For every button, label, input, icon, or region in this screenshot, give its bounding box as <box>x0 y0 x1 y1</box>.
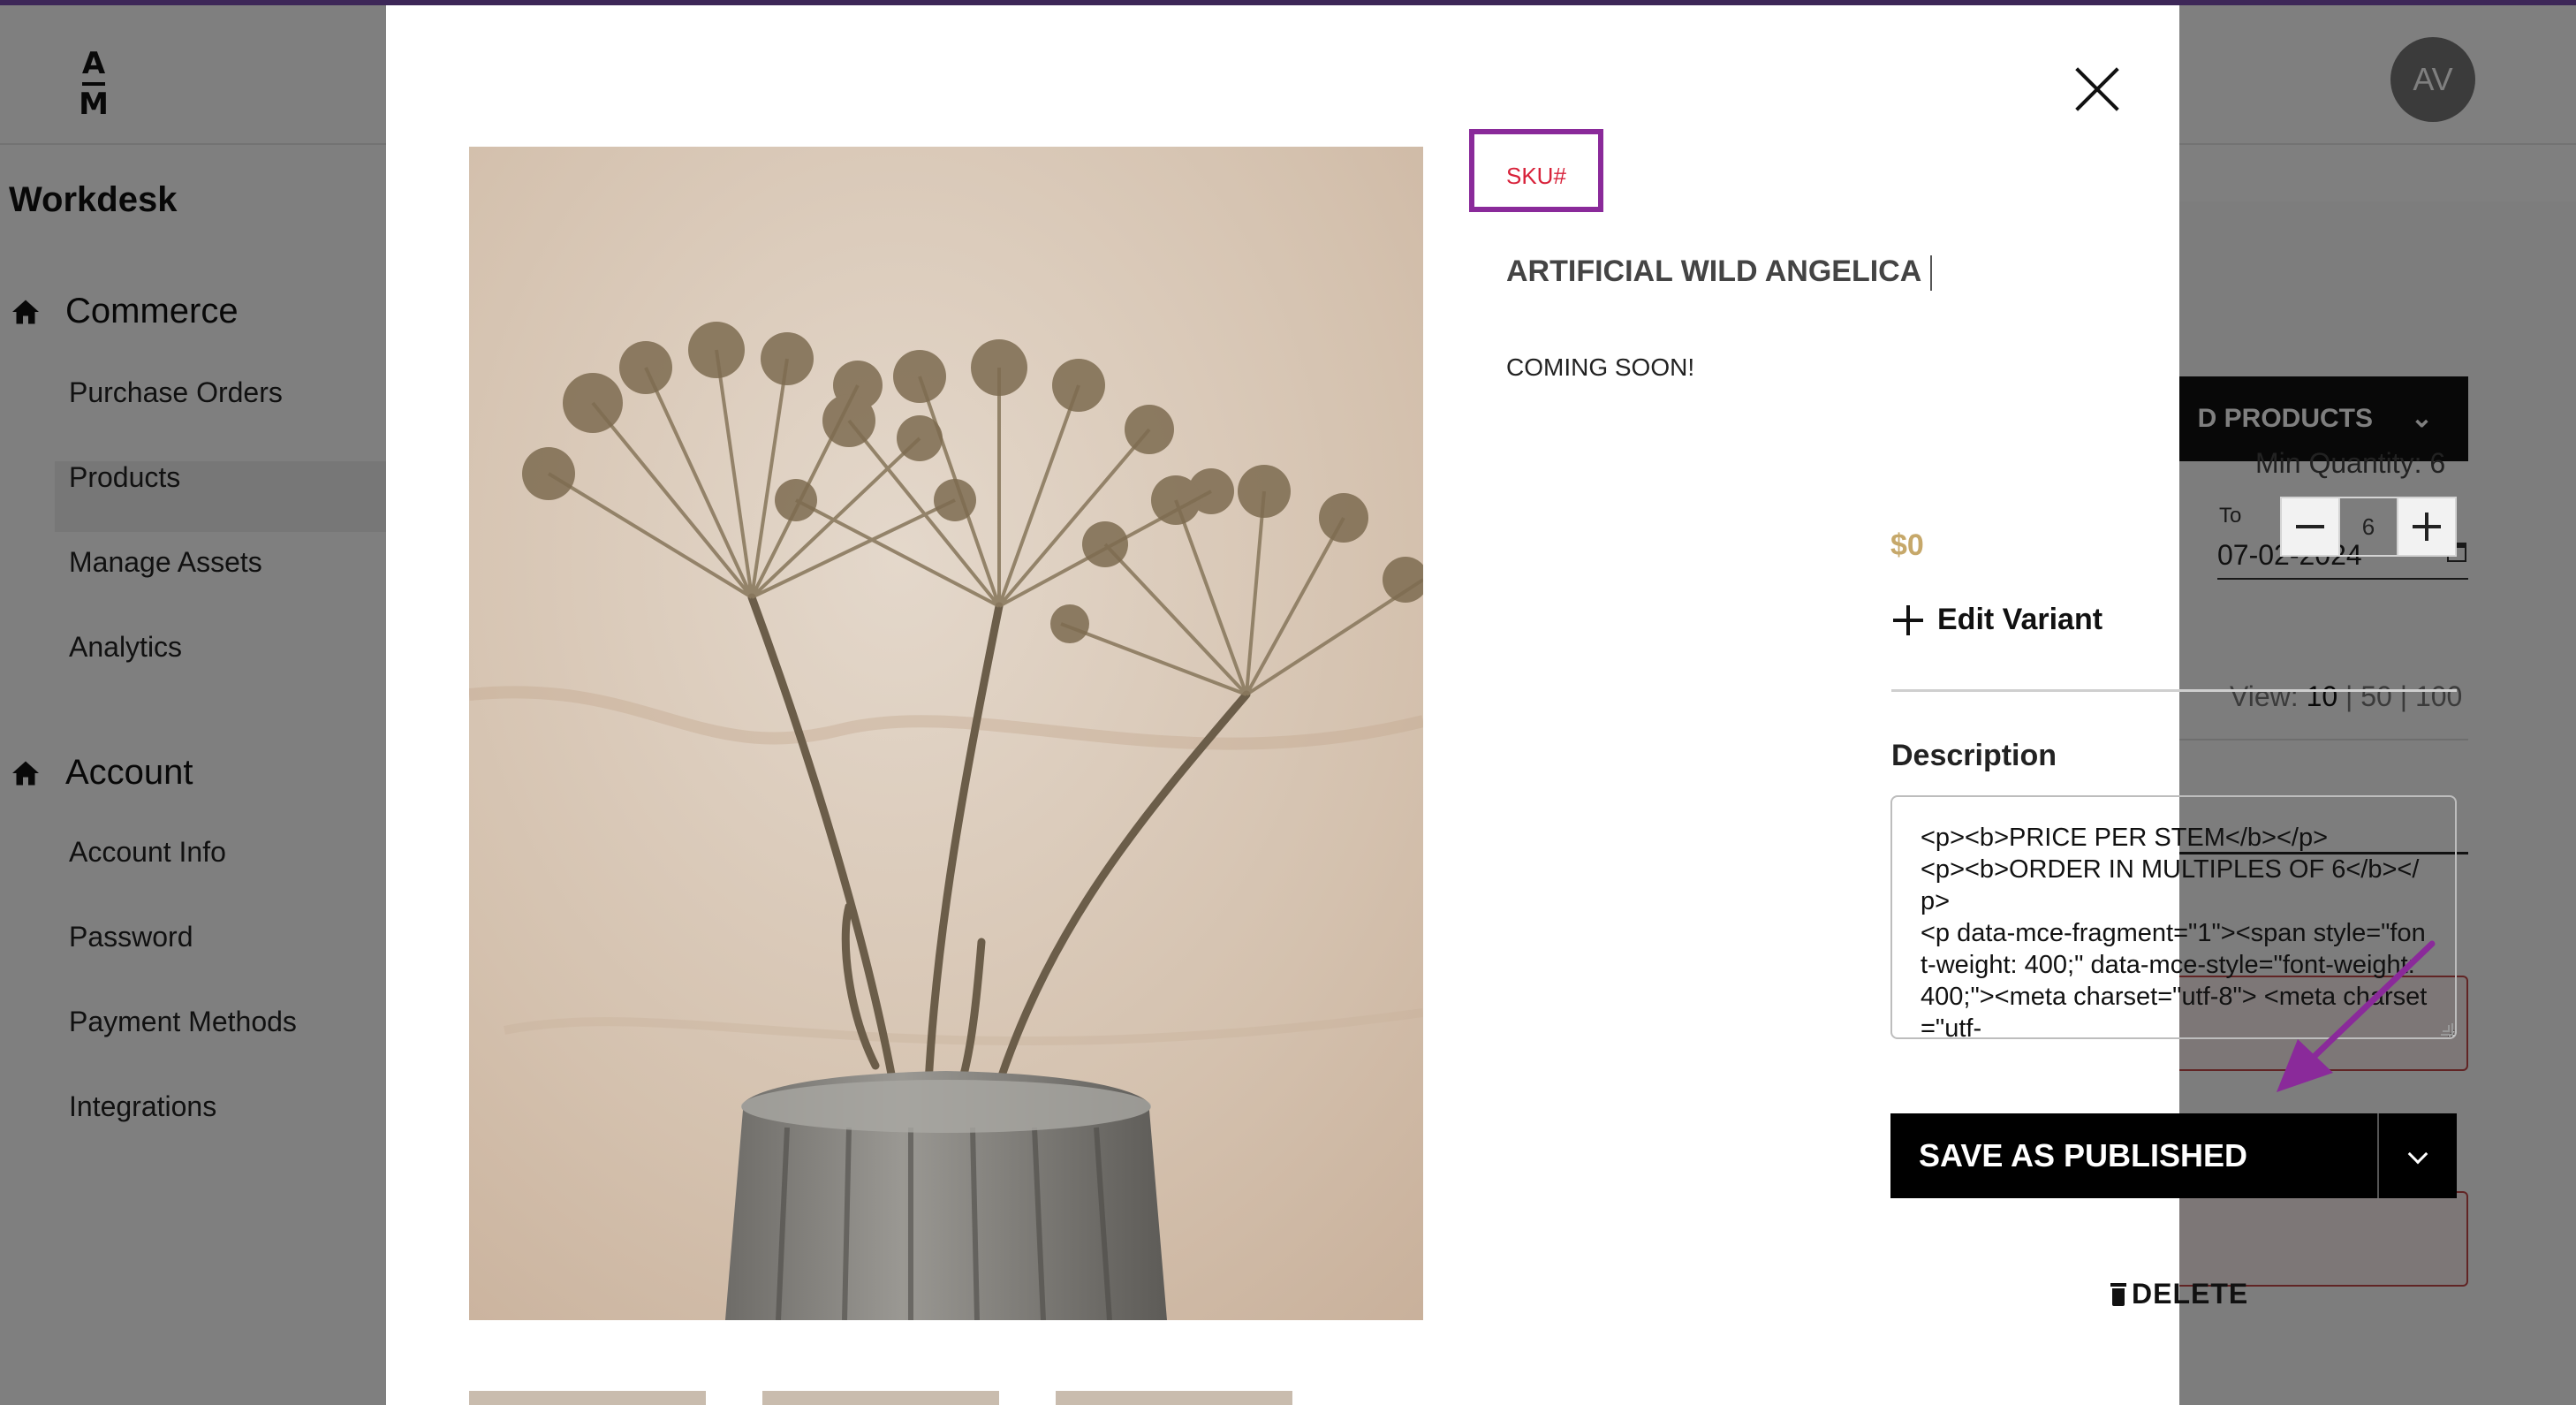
edit-variant-label: Edit Variant <box>1937 603 2103 636</box>
edit-variant-button[interactable]: Edit Variant <box>1893 603 2102 637</box>
text-caret <box>1930 255 1933 292</box>
annotation-arrow <box>2277 940 2436 1092</box>
delete-button[interactable]: DELETE <box>2110 1278 2248 1310</box>
quantity-stepper: 6 <box>2280 497 2457 557</box>
delete-label: DELETE <box>2132 1278 2249 1310</box>
product-title-text: ARTIFICIAL WILD ANGELICA <box>1506 254 1922 288</box>
min-quantity-label: Min Quantity: <box>2255 447 2422 479</box>
product-modal: SKU# ARTIFICIAL WILD ANGELICA COMING SOO… <box>386 5 2457 1405</box>
plus-icon[interactable] <box>2398 498 2455 555</box>
thumbnail-image[interactable] <box>469 1391 706 1405</box>
save-as-published-button[interactable]: SAVE AS PUBLISHED <box>1890 1113 2377 1198</box>
product-title-input[interactable]: ARTIFICIAL WILD ANGELICA <box>1506 254 1933 292</box>
thumbnail-image[interactable] <box>1056 1391 1292 1405</box>
dried-angelica-photo <box>469 147 1423 1320</box>
trash-icon <box>2110 1282 2126 1306</box>
product-status: COMING SOON! <box>1506 353 1695 381</box>
min-quantity-value: 6 <box>2429 447 2446 479</box>
close-icon[interactable] <box>2072 64 2123 115</box>
product-main-image <box>469 147 1423 1320</box>
chevron-down-icon <box>2407 1143 2428 1165</box>
thumbnail-image[interactable] <box>762 1391 999 1405</box>
plus-icon <box>1893 604 1923 635</box>
description-label: Description <box>1891 739 2057 772</box>
min-quantity: Min Quantity: 6 <box>2255 447 2445 480</box>
divider <box>1891 689 2457 692</box>
product-price: $0 <box>1890 528 1924 562</box>
save-options-dropdown[interactable] <box>2377 1113 2457 1198</box>
minus-icon[interactable] <box>2282 498 2338 555</box>
sku-label[interactable]: SKU# <box>1506 163 1566 190</box>
quantity-input[interactable]: 6 <box>2338 498 2398 555</box>
